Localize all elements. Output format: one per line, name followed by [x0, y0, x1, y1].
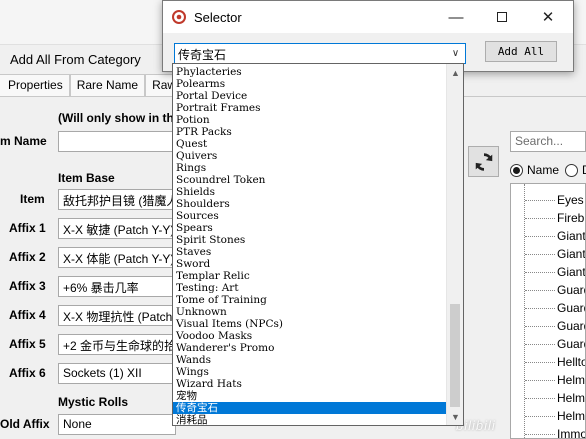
category-option[interactable]: PTR Packs	[173, 126, 446, 138]
tree-item[interactable]: Guard	[525, 335, 585, 353]
category-options: Phylacteries Polearms Portal Device Port…	[173, 64, 446, 425]
category-option[interactable]: Shoulders	[173, 198, 446, 210]
tree-item[interactable]: Eyes o	[525, 191, 585, 209]
old-affix-select[interactable]: None	[58, 414, 176, 435]
scroll-up-icon[interactable]: ▲	[447, 64, 464, 81]
visibility-note: (Will only show in the	[58, 111, 181, 125]
category-dropdown-list[interactable]: Phylacteries Polearms Portal Device Port…	[172, 63, 464, 426]
affix-1-select[interactable]: X-X 敏捷 (Patch Y-Y)	[58, 218, 176, 239]
close-icon: ✕	[541, 9, 555, 26]
minimize-button[interactable]: —	[433, 1, 479, 33]
category-option[interactable]: Scoundrel Token	[173, 174, 446, 186]
scrollbar-thumb[interactable]	[450, 304, 460, 407]
tree-item[interactable]: Guard	[525, 281, 585, 299]
category-option[interactable]: Voodoo Masks	[173, 330, 446, 342]
category-option[interactable]: Portrait Frames	[173, 102, 446, 114]
category-option[interactable]: Shields	[173, 186, 446, 198]
search-input[interactable]: Search...	[510, 131, 586, 152]
tab-properties[interactable]: Properties	[0, 74, 70, 97]
tree-item[interactable]: Immo	[525, 425, 585, 438]
category-combobox[interactable]: 传奇宝石 ∨	[174, 43, 466, 64]
chevron-down-icon[interactable]: ∨	[447, 45, 464, 62]
selector-dialog: Selector — ✕ 传奇宝石 ∨ Add All	[162, 0, 574, 72]
close-button[interactable]: ✕	[525, 1, 571, 33]
category-option[interactable]: Spears	[173, 222, 446, 234]
category-option-selected[interactable]: 传奇宝石	[173, 402, 446, 414]
editor-tabs: Properties Rare Name Raw	[0, 74, 184, 97]
category-option[interactable]: Potion	[173, 114, 446, 126]
refresh-button[interactable]	[468, 146, 499, 177]
affix-5-select[interactable]: +2 金币与生命球的拾	[58, 334, 176, 355]
category-option[interactable]: Rings	[173, 162, 446, 174]
category-option[interactable]: Wizard Hats	[173, 378, 446, 390]
maximize-icon	[497, 12, 507, 22]
category-option[interactable]: Quivers	[173, 150, 446, 162]
item-label: Item	[20, 192, 45, 206]
category-option[interactable]: Sources	[173, 210, 446, 222]
tree-item[interactable]: Guard	[525, 317, 585, 335]
tree-item[interactable]: Guard	[525, 299, 585, 317]
selector-titlebar[interactable]: Selector — ✕	[163, 1, 573, 33]
sort-radio-group: Name D	[510, 163, 586, 177]
category-option[interactable]: 宠物	[173, 390, 446, 402]
tab-rare-name[interactable]: Rare Name	[69, 74, 146, 97]
item-base-select[interactable]: 敌托邦护目镜 (猎魔人	[58, 189, 176, 210]
item-name-field[interactable]	[58, 131, 176, 152]
category-option[interactable]: Wings	[173, 366, 446, 378]
affix-5-label: Affix 5	[9, 337, 46, 351]
radio-name-label: Name	[527, 163, 560, 177]
tree-item[interactable]: Giant	[525, 263, 585, 281]
old-affix-label: Old Affix	[0, 417, 50, 431]
category-option[interactable]: Spirit Stones	[173, 234, 446, 246]
tree-item[interactable]: Helm	[525, 407, 585, 425]
scroll-down-icon[interactable]: ▼	[447, 408, 464, 425]
category-option[interactable]: Staves	[173, 246, 446, 258]
radio-other[interactable]	[565, 163, 579, 177]
affix-4-label: Affix 4	[9, 308, 46, 322]
affix-3-select[interactable]: +6% 暴击几率	[58, 276, 176, 297]
tree-item[interactable]: Giant	[525, 227, 585, 245]
diablo-app-icon	[172, 10, 186, 24]
category-option[interactable]: Quest	[173, 138, 446, 150]
affix-6-select[interactable]: Sockets (1) XII	[58, 363, 176, 384]
item-base-heading: Item Base	[58, 171, 115, 185]
mystic-rolls-heading: Mystic Rolls	[58, 395, 129, 409]
add-all-from-category-button[interactable]: Add All From Category	[10, 52, 141, 67]
maximize-button[interactable]	[479, 1, 525, 33]
category-option[interactable]: Unknown	[173, 306, 446, 318]
selector-title: Selector	[194, 10, 242, 25]
category-option[interactable]: Testing: Art	[173, 282, 446, 294]
tree-item[interactable]: Giant	[525, 245, 585, 263]
affix-4-select[interactable]: X-X 物理抗性 (Patch	[58, 305, 176, 326]
refresh-icon	[475, 152, 492, 171]
affix-6-label: Affix 6	[9, 366, 46, 380]
tree-item[interactable]: Helm	[525, 371, 585, 389]
tree-item[interactable]: Firebi	[525, 209, 585, 227]
category-option[interactable]: Tome of Training	[173, 294, 446, 306]
category-combobox-value: 传奇宝石	[178, 48, 227, 62]
category-option[interactable]: Phylacteries	[173, 66, 446, 78]
radio-other-label: D	[582, 163, 586, 177]
category-option[interactable]: Templar Relic	[173, 270, 446, 282]
add-all-button[interactable]: Add All	[485, 41, 557, 62]
affix-3-label: Affix 3	[9, 279, 46, 293]
category-option[interactable]: 消耗品	[173, 414, 446, 425]
category-option[interactable]: Wanderer's Promo	[173, 342, 446, 354]
affix-2-label: Affix 2	[9, 250, 46, 264]
radio-name[interactable]	[510, 163, 523, 177]
item-name-label: m Name	[0, 134, 47, 148]
tree-item[interactable]: Helm	[525, 389, 585, 407]
category-option[interactable]: Portal Device	[173, 90, 446, 102]
category-option[interactable]: Wands	[173, 354, 446, 366]
dropdown-scrollbar[interactable]: ▲ ▼	[446, 64, 463, 425]
affix-1-label: Affix 1	[9, 221, 46, 235]
minimize-icon: —	[448, 8, 464, 26]
category-option[interactable]: Polearms	[173, 78, 446, 90]
item-tree[interactable]: Eyes o Firebi Giant Giant Giant Guard Gu…	[510, 183, 586, 439]
affix-2-select[interactable]: X-X 体能 (Patch Y-Y)	[58, 247, 176, 268]
category-option[interactable]: Visual Items (NPCs)	[173, 318, 446, 330]
tree-item[interactable]: Hellto	[525, 353, 585, 371]
category-option[interactable]: Sword	[173, 258, 446, 270]
